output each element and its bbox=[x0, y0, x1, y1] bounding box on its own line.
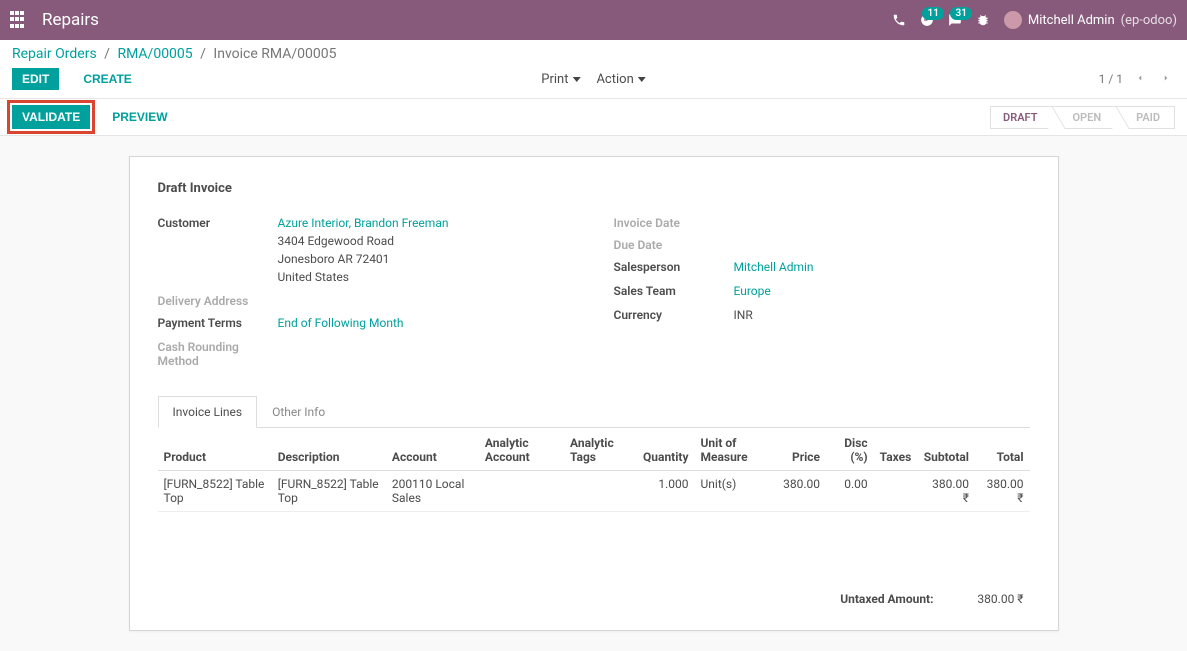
th-account: Account bbox=[386, 430, 479, 471]
print-dropdown[interactable]: Print bbox=[541, 72, 580, 87]
pager-prev[interactable] bbox=[1131, 70, 1149, 88]
payment-terms-link[interactable]: End of Following Month bbox=[278, 316, 404, 330]
label-payment-terms: Payment Terms bbox=[158, 314, 278, 330]
avatar bbox=[1004, 11, 1022, 29]
user-menu[interactable]: Mitchell Admin (ep-odoo) bbox=[1004, 11, 1177, 29]
cell-taxes bbox=[874, 471, 918, 512]
edit-button[interactable]: EDIT bbox=[12, 68, 59, 90]
breadcrumb: Repair Orders / RMA/00005 / Invoice RMA/… bbox=[12, 46, 1175, 62]
customer-addr2: Jonesboro AR 72401 bbox=[278, 252, 390, 266]
pager-count: 1 / 1 bbox=[1099, 72, 1123, 86]
top-navbar: Repairs 11 31 Mitchell Admin (ep-odoo) bbox=[0, 0, 1187, 40]
table-row[interactable]: [FURN_8522] Table Top [FURN_8522] Table … bbox=[158, 471, 1030, 512]
action-dropdown[interactable]: Action bbox=[596, 72, 645, 87]
cell-uom: Unit(s) bbox=[695, 471, 778, 512]
preview-button[interactable]: PREVIEW bbox=[102, 106, 177, 128]
label-due-date: Due Date bbox=[614, 236, 734, 252]
chat-icon[interactable]: 31 bbox=[948, 13, 962, 27]
salesperson-link[interactable]: Mitchell Admin bbox=[734, 260, 814, 274]
totals-row: Untaxed Amount: 380.00 ₹ bbox=[158, 592, 1030, 606]
cell-analytic-tags bbox=[564, 471, 637, 512]
stage-draft[interactable]: DRAFT bbox=[990, 106, 1051, 129]
th-price: Price bbox=[777, 430, 826, 471]
cell-disc: 0.00 bbox=[826, 471, 874, 512]
user-db: (ep-odoo) bbox=[1121, 13, 1177, 28]
pager-next[interactable] bbox=[1157, 70, 1175, 88]
th-total: Total bbox=[975, 430, 1030, 471]
customer-link[interactable]: Azure Interior, Brandon Freeman bbox=[278, 216, 449, 230]
breadcrumb-parent[interactable]: RMA/00005 bbox=[117, 46, 192, 62]
untaxed-value: 380.00 ₹ bbox=[964, 592, 1024, 606]
cell-account: 200110 Local Sales bbox=[386, 471, 479, 512]
breadcrumb-current: Invoice RMA/00005 bbox=[213, 46, 336, 62]
cell-total: 380.00 ₹ bbox=[975, 471, 1030, 512]
label-customer: Customer bbox=[158, 214, 278, 230]
app-title: Repairs bbox=[42, 10, 892, 30]
th-uom: Unit of Measure bbox=[695, 430, 778, 471]
customer-addr3: United States bbox=[278, 270, 349, 284]
th-analytic-tags: Analytic Tags bbox=[564, 430, 637, 471]
cell-analytic-account bbox=[479, 471, 564, 512]
cell-price: 380.00 bbox=[777, 471, 826, 512]
customer-addr1: 3404 Edgewood Road bbox=[278, 234, 395, 248]
form-sheet: Draft Invoice Customer Azure Interior, B… bbox=[129, 156, 1059, 631]
th-quantity: Quantity bbox=[637, 430, 694, 471]
cell-quantity: 1.000 bbox=[637, 471, 694, 512]
th-analytic-account: Analytic Account bbox=[479, 430, 564, 471]
label-sales-team: Sales Team bbox=[614, 282, 734, 298]
tab-invoice-lines[interactable]: Invoice Lines bbox=[158, 396, 258, 428]
cell-product: [FURN_8522] Table Top bbox=[158, 471, 272, 512]
label-delivery-address: Delivery Address bbox=[158, 292, 278, 308]
th-disc: Disc (%) bbox=[826, 430, 874, 471]
tabs: Invoice Lines Other Info bbox=[158, 396, 1030, 428]
status-stages: DRAFT OPEN PAID bbox=[990, 106, 1175, 129]
page-title: Draft Invoice bbox=[158, 181, 1030, 196]
cell-description: [FURN_8522] Table Top bbox=[272, 471, 386, 512]
label-invoice-date: Invoice Date bbox=[614, 214, 734, 230]
validate-button[interactable]: VALIDATE bbox=[12, 105, 90, 129]
untaxed-label: Untaxed Amount: bbox=[840, 592, 933, 606]
bug-icon[interactable] bbox=[976, 13, 990, 27]
statusbar: VALIDATE PREVIEW DRAFT OPEN PAID bbox=[0, 99, 1187, 136]
user-name: Mitchell Admin bbox=[1028, 13, 1115, 28]
cell-subtotal: 380.00 ₹ bbox=[917, 471, 975, 512]
label-cash-rounding: Cash Rounding Method bbox=[158, 338, 278, 368]
control-row: Repair Orders / RMA/00005 / Invoice RMA/… bbox=[0, 40, 1187, 99]
th-subtotal: Subtotal bbox=[917, 430, 975, 471]
phone-icon[interactable] bbox=[892, 13, 906, 27]
label-salesperson: Salesperson bbox=[614, 258, 734, 274]
invoice-lines-table: Product Description Account Analytic Acc… bbox=[158, 430, 1030, 512]
th-product: Product bbox=[158, 430, 272, 471]
breadcrumb-root[interactable]: Repair Orders bbox=[12, 46, 97, 62]
tab-other-info[interactable]: Other Info bbox=[257, 396, 340, 428]
chat-badge: 31 bbox=[950, 7, 971, 20]
sales-team-link[interactable]: Europe bbox=[734, 284, 771, 298]
clock-icon[interactable]: 11 bbox=[920, 13, 934, 27]
pager: 1 / 1 bbox=[1099, 70, 1175, 88]
create-button[interactable]: CREATE bbox=[73, 68, 141, 90]
apps-icon[interactable] bbox=[10, 11, 28, 29]
label-currency: Currency bbox=[614, 306, 734, 322]
th-taxes: Taxes bbox=[874, 430, 918, 471]
th-description: Description bbox=[272, 430, 386, 471]
currency-value: INR bbox=[734, 308, 753, 322]
clock-badge: 11 bbox=[922, 7, 943, 20]
